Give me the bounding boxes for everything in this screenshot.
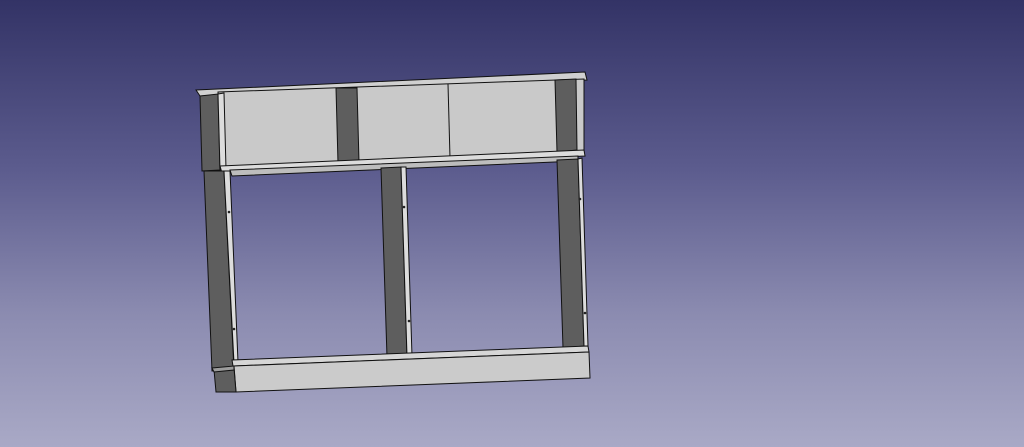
hole-marker [407, 319, 411, 323]
hole-marker [402, 205, 406, 209]
top-divider-dark[interactable] [335, 87, 360, 164]
3d-viewport[interactable] [0, 0, 1024, 447]
top-right-post[interactable] [554, 78, 578, 153]
left-post-upper[interactable] [199, 93, 221, 172]
hole-marker [232, 327, 236, 331]
hole-marker [227, 210, 231, 214]
hole-marker [583, 311, 587, 315]
hole-marker [578, 197, 582, 201]
left-inner-strip[interactable] [217, 92, 227, 171]
3d-model-shelf-frame[interactable] [0, 0, 1024, 447]
